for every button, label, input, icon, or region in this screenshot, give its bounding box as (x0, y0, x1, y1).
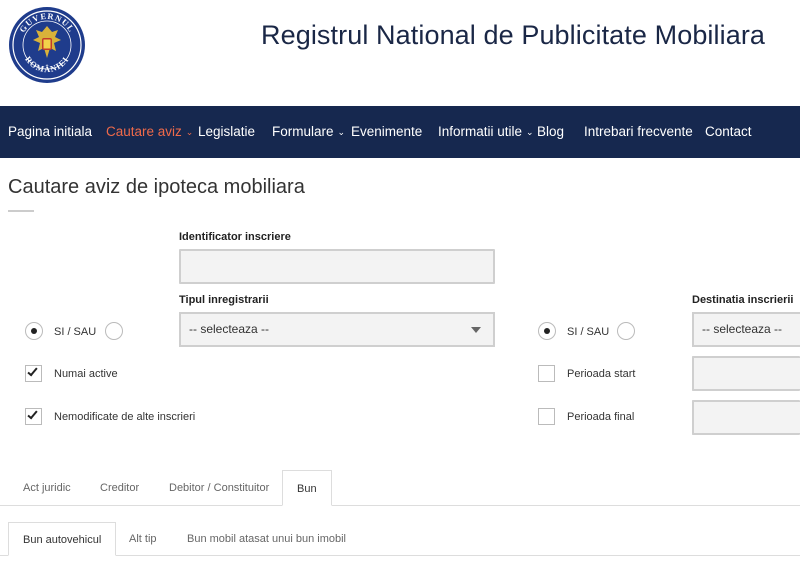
identificator-input[interactable] (179, 249, 495, 284)
subtab-bun-mobil-atasat[interactable]: Bun mobil atasat unui bun imobil (173, 522, 360, 556)
tab-creditor[interactable]: Creditor (86, 470, 153, 506)
si-radio-right[interactable] (538, 322, 556, 340)
site-header: GUVERNUL ROMÂNIEI Registrul National de … (0, 0, 800, 106)
chevron-down-icon: ⌄ (185, 127, 194, 137)
nav-label: Legislatie (198, 124, 256, 139)
nav-label: Intrebari frecvente (584, 124, 693, 139)
nav-item-formulare[interactable]: Formulare ⌄ (272, 106, 345, 158)
subtab-label: Alt tip (129, 533, 157, 545)
subtab-label: Bun autovehicul (23, 534, 102, 546)
tab-debitor-constituitor[interactable]: Debitor / Constituitor (155, 470, 283, 506)
si-sau-label-left: SI / SAU (54, 326, 97, 338)
perioada-start-input[interactable] (692, 356, 800, 391)
si-radio-left[interactable] (25, 322, 43, 340)
subtab-label: Bun mobil atasat unui bun imobil (187, 533, 346, 545)
tab-act-juridic[interactable]: Act juridic (9, 470, 85, 506)
government-logo[interactable]: GUVERNUL ROMÂNIEI (8, 6, 86, 84)
destinatia-select[interactable]: -- selecteaza -- (692, 312, 800, 347)
tab-label: Bun (297, 483, 317, 495)
subtab-alt-tip[interactable]: Alt tip (115, 522, 171, 556)
nemodificate-checkbox[interactable] (25, 408, 42, 425)
page-title: Cautare aviz de ipoteca mobiliara (8, 176, 305, 198)
destinatia-label: Destinatia inscrierii (692, 294, 794, 306)
identificator-label: Identificator inscriere (179, 231, 291, 243)
sau-radio-right[interactable] (617, 322, 635, 340)
title-underline (8, 210, 34, 212)
caret-down-icon (471, 327, 481, 333)
subtab-bun-autovehicul[interactable]: Bun autovehicul (8, 522, 117, 556)
tab-label: Debitor / Constituitor (169, 482, 270, 494)
checkmark-icon (27, 408, 38, 420)
nav-label: Blog (537, 124, 565, 139)
sau-radio-left[interactable] (105, 322, 123, 340)
tip-inregistrare-select[interactable]: -- selecteaza -- (179, 312, 495, 347)
nav-label: Cautare aviz (106, 124, 182, 139)
si-sau-label-right: SI / SAU (567, 326, 610, 338)
tab-label: Act juridic (23, 482, 71, 494)
nav-item-intrebari-frecvente[interactable]: Intrebari frecvente (584, 106, 693, 158)
nav-item-cautare-aviz[interactable]: Cautare aviz ⌄ (106, 106, 193, 158)
checkmark-icon (27, 365, 38, 377)
nav-item-informatii-utile[interactable]: Informatii utile ⌄ (438, 106, 534, 158)
tab-label: Creditor (100, 482, 140, 494)
select-value: -- selecteaza -- (702, 322, 783, 336)
perioada-final-input[interactable] (692, 400, 800, 435)
nav-item-contact[interactable]: Contact (705, 106, 752, 158)
nav-label: Contact (705, 124, 752, 139)
numai-active-checkbox[interactable] (25, 365, 42, 382)
select-value: -- selecteaza -- (189, 322, 270, 336)
nav-item-pagina-initiala[interactable]: Pagina initiala (8, 106, 92, 158)
nav-label: Formulare (272, 124, 334, 139)
nav-label: Evenimente (351, 124, 423, 139)
perioada-start-checkbox[interactable] (538, 365, 555, 382)
site-title[interactable]: Registrul National de Publicitate Mobili… (261, 20, 765, 51)
nav-label: Pagina initiala (8, 124, 93, 139)
chevron-down-icon: ⌄ (526, 127, 534, 137)
chevron-down-icon: ⌄ (337, 127, 346, 137)
tip-inregistrare-label: Tipul inregistrarii (179, 294, 269, 306)
nav-item-blog[interactable]: Blog (537, 106, 564, 158)
nemodificate-label: Nemodificate de alte inscrieri (54, 411, 196, 423)
tab-bun[interactable]: Bun (282, 470, 332, 506)
nav-item-evenimente[interactable]: Evenimente (351, 106, 422, 158)
numai-active-label: Numai active (54, 368, 118, 380)
perioada-start-label: Perioada start (567, 368, 636, 380)
perioada-final-label: Perioada final (567, 411, 635, 423)
nav-label: Informatii utile (438, 124, 523, 139)
nav-item-legislatie[interactable]: Legislatie (198, 106, 255, 158)
perioada-final-checkbox[interactable] (538, 408, 555, 425)
main-nav: Pagina initiala Cautare aviz ⌄ Legislatie… (0, 106, 800, 158)
